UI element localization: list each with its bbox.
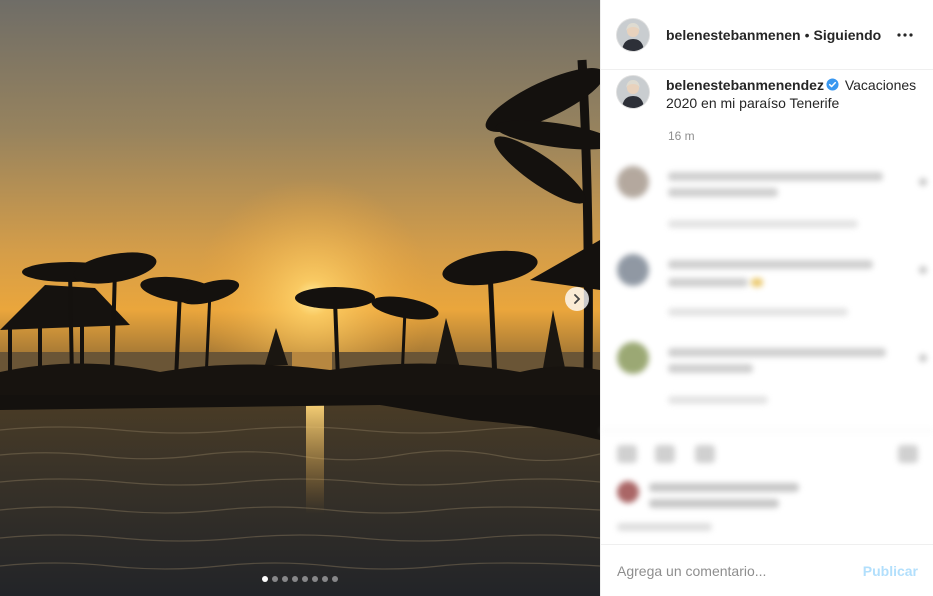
post-caption: belenestebanmenendez Vacaciones 2020 en … — [617, 76, 922, 112]
carousel-dot — [312, 576, 318, 582]
carousel-dot — [262, 576, 268, 582]
comment-form: Publicar — [601, 544, 933, 596]
profile-picture — [617, 18, 649, 51]
carousel-dot — [332, 576, 338, 582]
carousel-dot — [302, 576, 308, 582]
more-horizontal-icon — [897, 32, 913, 37]
comment-input[interactable] — [617, 562, 863, 579]
avatar[interactable] — [617, 76, 649, 108]
carousel-dot — [292, 576, 298, 582]
post-photo[interactable] — [0, 0, 600, 596]
verified-badge-icon — [826, 78, 839, 91]
header-separator: • — [804, 26, 810, 43]
caption-timestamp: 16 m — [668, 129, 695, 143]
post-actions — [601, 430, 933, 545]
header-username[interactable]: belenestebanmenen — [666, 27, 801, 43]
comment-item — [617, 342, 927, 412]
caption-username[interactable]: belenestebanmenendez — [666, 77, 824, 93]
publish-button[interactable]: Publicar — [863, 563, 918, 579]
following-button[interactable]: Siguiendo — [814, 27, 882, 43]
post-side-panel: belenestebanmenen • Siguiendo belenesteb… — [600, 0, 933, 596]
comment-item — [617, 166, 927, 236]
more-options-button[interactable] — [893, 23, 917, 47]
profile-picture — [617, 76, 649, 108]
next-slide-button[interactable] — [565, 287, 589, 311]
chevron-right-icon — [574, 294, 581, 304]
sunset-pool-photo — [0, 0, 600, 596]
avatar[interactable] — [617, 18, 649, 51]
carousel-dot — [322, 576, 328, 582]
carousel-indicators — [0, 576, 600, 582]
carousel-dot — [282, 576, 288, 582]
post-header: belenestebanmenen • Siguiendo — [601, 0, 933, 70]
comment-item — [617, 254, 927, 324]
carousel-dot — [272, 576, 278, 582]
